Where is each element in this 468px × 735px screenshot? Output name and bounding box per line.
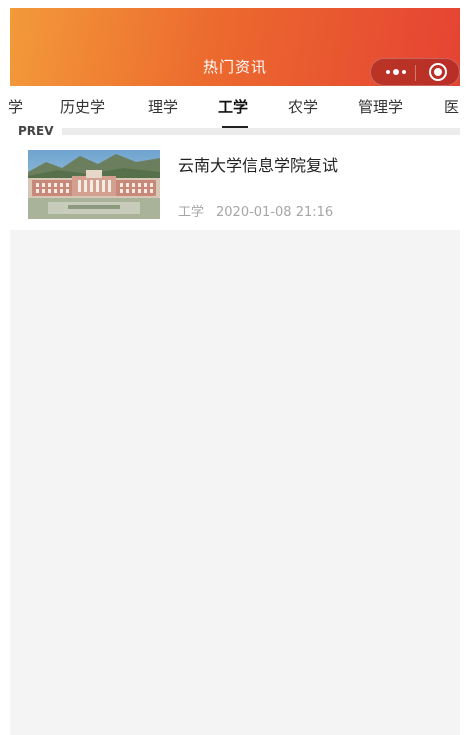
news-datetime: 2020-01-08 21:16	[216, 205, 334, 220]
nav-header: 热门资讯	[10, 8, 460, 86]
tab-science[interactable]: 理学	[148, 96, 178, 117]
tab-management[interactable]: 管理学	[358, 96, 403, 117]
news-title: 云南大学信息学院复试	[178, 156, 339, 175]
prev-divider	[62, 128, 460, 135]
news-thumbnail	[28, 150, 160, 219]
tab-partial-right[interactable]: 医	[444, 96, 459, 117]
tab-engineering[interactable]: 工学	[218, 96, 248, 117]
capsule-divider	[415, 65, 416, 81]
category-tabs: 学 历史学 理学 工学 农学 管理学 医	[0, 86, 468, 128]
news-meta: 工学 2020-01-08 21:16	[178, 201, 333, 220]
more-dots-icon[interactable]	[379, 59, 413, 85]
tab-history[interactable]: 历史学	[60, 96, 105, 117]
app-screen: 热门资讯 学 历史学 理学 工学 农学 管理学 医 PREV 云南大学信息学院复…	[0, 0, 468, 735]
news-category: 工学	[178, 205, 205, 220]
mini-program-capsule	[370, 58, 460, 86]
news-list-item[interactable]: 云南大学信息学院复试 工学 2020-01-08 21:16	[10, 140, 460, 230]
prev-label[interactable]: PREV	[18, 124, 54, 138]
close-target-icon[interactable]	[429, 63, 447, 81]
tab-agriculture[interactable]: 农学	[288, 96, 318, 117]
tab-partial-left[interactable]: 学	[8, 96, 23, 117]
